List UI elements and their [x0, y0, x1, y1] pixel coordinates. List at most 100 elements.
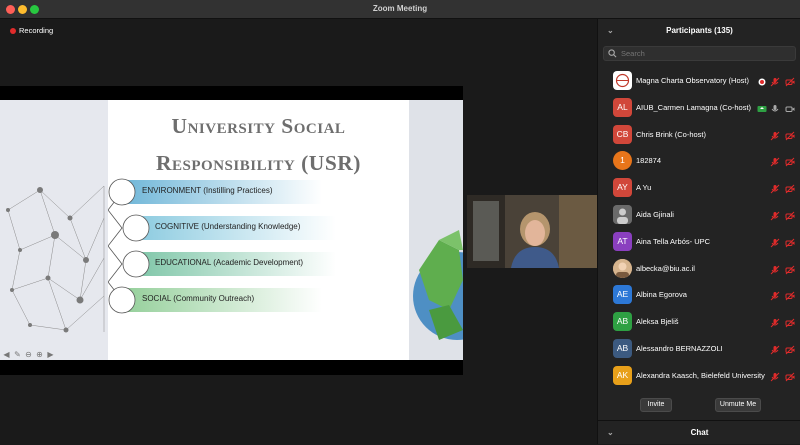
avatar: AL: [613, 97, 632, 117]
participant-row[interactable]: AE Albina Egorova: [598, 282, 800, 309]
avatar: AB: [613, 312, 632, 332]
participant-row[interactable]: AT Aina Tella Arbós- UPC: [598, 229, 800, 256]
avatar: [613, 258, 632, 278]
video-off-icon[interactable]: [785, 157, 795, 167]
participant-name: Aleksa Bjeliš: [636, 317, 679, 327]
window-title: Zoom Meeting: [372, 4, 428, 13]
slide-network-graphic: [0, 100, 108, 360]
participant-list: Magna Charta Observatory (Host) AL AIUB_…: [598, 68, 800, 390]
avatar: 1: [613, 151, 632, 171]
speaker-video-image: [467, 195, 597, 268]
participant-row[interactable]: AK Alexandra Kaasch, Bielefeld Universit…: [598, 363, 800, 390]
mic-muted-icon[interactable]: [770, 184, 780, 194]
participant-actions: Invite Unmute Me: [598, 398, 800, 412]
participant-row[interactable]: Aida Gjinali: [598, 202, 800, 229]
mic-muted-icon[interactable]: [770, 238, 780, 248]
participant-name: A Yu: [636, 183, 652, 193]
mic-icon[interactable]: [770, 104, 780, 114]
chevron-down-icon[interactable]: ⌄: [607, 421, 614, 445]
recording-icon: [758, 78, 766, 86]
chevron-down-icon[interactable]: ⌄: [607, 19, 614, 43]
participant-row[interactable]: 1 182874: [598, 148, 800, 175]
participant-row[interactable]: AB Alessandro BERNAZZOLI: [598, 336, 800, 363]
mic-muted-icon[interactable]: [770, 131, 780, 141]
participant-name: albecka@biu.ac.il: [636, 263, 695, 273]
invite-button[interactable]: Invite: [640, 398, 672, 412]
participant-row[interactable]: AL AIUB_Carmen Lamagna (Co-host): [598, 95, 800, 122]
mic-muted-icon[interactable]: [770, 157, 780, 167]
host-logo-icon: [615, 73, 630, 88]
globe-icon: [413, 230, 463, 340]
pen-icon[interactable]: ✎: [13, 350, 22, 359]
participant-name: Alessandro BERNAZZOLI: [636, 343, 723, 353]
participant-name: Alexandra Kaasch, Bielefeld University: [636, 370, 765, 380]
participant-row[interactable]: albecka@biu.ac.il: [598, 256, 800, 283]
avatar: AE: [613, 285, 632, 305]
unmute-me-button[interactable]: Unmute Me: [715, 398, 761, 412]
previous-arrow-icon[interactable]: ◀: [2, 350, 11, 359]
speaker-video-tile[interactable]: [467, 195, 597, 268]
video-off-icon[interactable]: [785, 184, 795, 194]
participants-header: ⌄ Participants (135): [598, 19, 800, 43]
video-off-icon[interactable]: [785, 77, 795, 87]
participant-row[interactable]: Magna Charta Observatory (Host): [598, 68, 800, 95]
participant-row[interactable]: AB Aleksa Bjeliš: [598, 309, 800, 336]
mic-muted-icon[interactable]: [770, 211, 780, 221]
participant-search[interactable]: [603, 46, 796, 61]
chat-title: Chat: [690, 428, 709, 437]
search-input[interactable]: [621, 49, 791, 58]
network-lines-graphic: [6, 185, 105, 333]
avatar: [613, 204, 632, 224]
mic-muted-icon[interactable]: [770, 318, 780, 328]
avatar: AB: [613, 338, 632, 358]
slide-item: SOCIAL (Community Outreach): [142, 294, 255, 303]
video-off-icon[interactable]: [785, 291, 795, 301]
recording-dot-icon: [10, 27, 16, 34]
participant-row[interactable]: CB Chris Brink (Co-host): [598, 122, 800, 149]
profile-photo-icon: [613, 258, 632, 278]
avatar: AY: [613, 178, 632, 198]
slide-controls: ◀ ✎ ⊖ ⊕ ▶: [2, 350, 55, 359]
recording-indicator[interactable]: Recording: [10, 26, 53, 35]
avatar: AK: [613, 365, 632, 385]
participant-name: Chris Brink (Co-host): [636, 129, 707, 139]
participant-name: Magna Charta Observatory (Host): [636, 76, 749, 85]
participant-row[interactable]: AY A Yu: [598, 175, 800, 202]
slide-item: EDUCATIONAL (Academic Development): [155, 258, 304, 267]
video-off-icon[interactable]: [785, 131, 795, 141]
mic-muted-icon[interactable]: [770, 372, 780, 382]
video-icon[interactable]: [785, 104, 795, 114]
slide-item: ENVIRONMENT (Instilling Practices): [142, 186, 273, 195]
video-off-icon[interactable]: [785, 345, 795, 355]
video-off-icon[interactable]: [785, 372, 795, 382]
avatar: [613, 71, 632, 90]
recording-label: Recording: [19, 26, 54, 35]
slide-globe-graphic: [409, 100, 463, 360]
video-off-icon[interactable]: [785, 265, 795, 275]
search-icon: [608, 49, 617, 58]
participant-name: AIUB_Carmen Lamagna (Co-host): [636, 102, 752, 112]
zoom-out-icon[interactable]: ⊖: [24, 350, 33, 359]
avatar: CB: [613, 124, 632, 144]
chat-header[interactable]: ⌄ Chat: [598, 421, 800, 444]
video-off-icon[interactable]: [785, 238, 795, 248]
slide-title: University Social Responsibility (USR): [108, 108, 409, 182]
shared-screen: ENVIRONMENT (Instilling Practices) COGNI…: [0, 86, 463, 375]
video-off-icon[interactable]: [785, 318, 795, 328]
mic-muted-icon[interactable]: [770, 265, 780, 275]
title-bar: Zoom Meeting: [0, 0, 800, 19]
mic-muted-icon[interactable]: [770, 77, 780, 87]
slide-title-line-2: Responsibility (USR): [156, 151, 361, 175]
participant-name: Albina Egorova: [636, 290, 687, 300]
profile-photo-icon: [613, 204, 632, 224]
zoom-in-icon[interactable]: ⊕: [35, 350, 44, 359]
share-badge-icon: [757, 105, 767, 112]
mic-muted-icon[interactable]: [770, 291, 780, 301]
avatar: AT: [613, 231, 632, 251]
slide-title-line-1: University Social: [171, 114, 346, 138]
mic-muted-icon[interactable]: [770, 345, 780, 355]
participant-name: Aina Tella Arbós- UPC: [636, 236, 711, 246]
video-off-icon[interactable]: [785, 211, 795, 221]
participants-title: Participants (135): [666, 26, 733, 35]
next-arrow-icon[interactable]: ▶: [46, 350, 55, 359]
